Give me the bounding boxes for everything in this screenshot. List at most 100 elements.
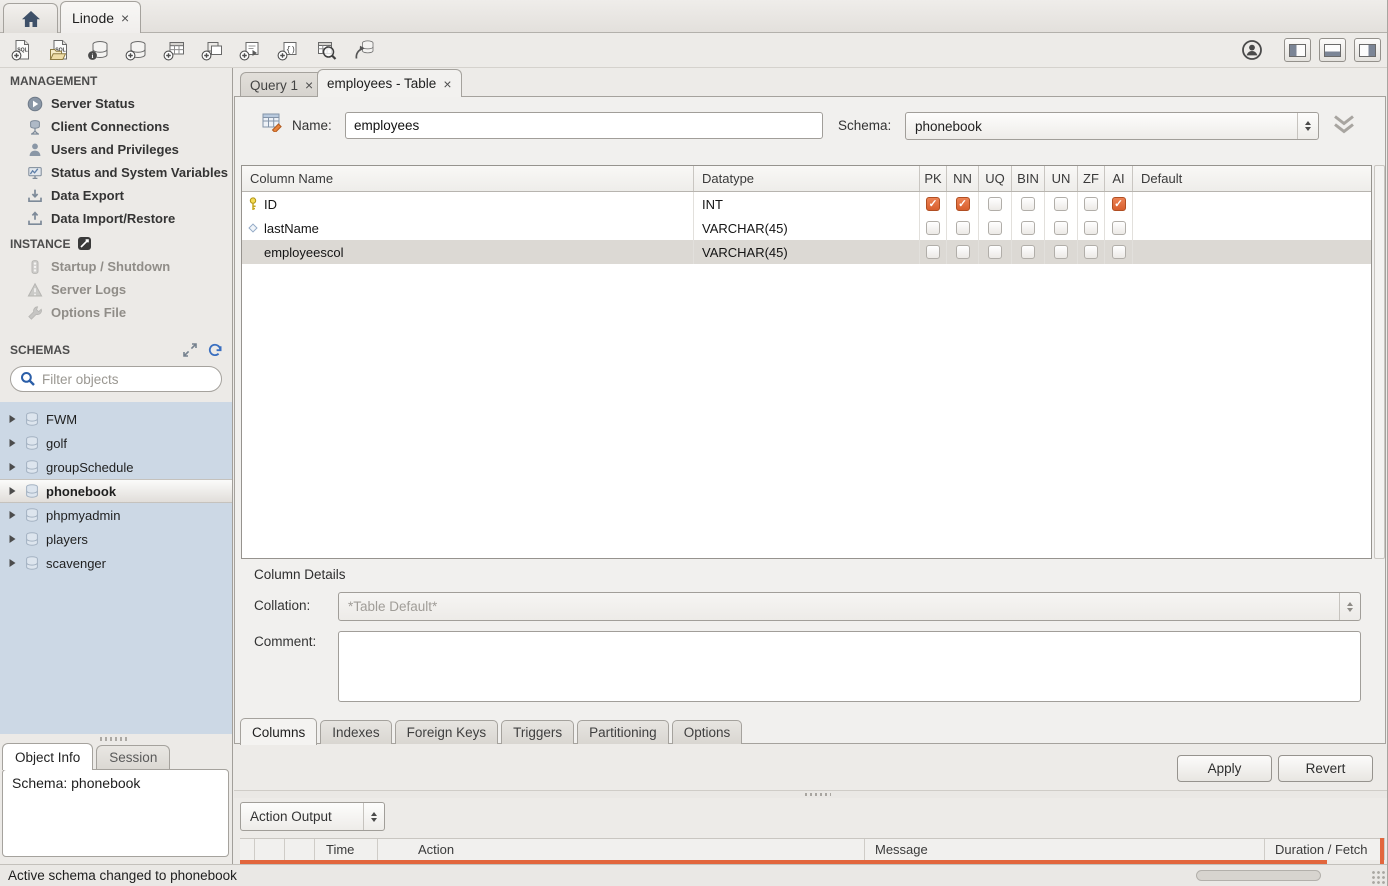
flag-cell-uq[interactable] (979, 240, 1012, 264)
tab-columns[interactable]: Columns (240, 718, 317, 745)
flag-cell-uq[interactable] (979, 192, 1012, 216)
tab-options[interactable]: Options (672, 720, 743, 744)
flag-cell-ai[interactable]: ✓ (1105, 192, 1133, 216)
nn-checkbox[interactable] (956, 245, 970, 259)
bin-checkbox[interactable] (1021, 197, 1035, 211)
flag-cell-uq[interactable] (979, 216, 1012, 240)
sidebar-item-server-logs[interactable]: Server Logs (0, 278, 232, 301)
close-icon[interactable]: × (121, 11, 129, 25)
flag-cell-nn[interactable]: ✓ (947, 192, 979, 216)
default-cell[interactable] (1133, 192, 1371, 216)
bin-checkbox[interactable] (1021, 221, 1035, 235)
flag-cell-zf[interactable] (1078, 240, 1105, 264)
zf-checkbox[interactable] (1084, 221, 1098, 235)
flag-cell-un[interactable] (1045, 216, 1078, 240)
uq-checkbox[interactable] (988, 221, 1002, 235)
schema-item-players[interactable]: players (0, 527, 232, 551)
nn-checkbox[interactable] (956, 221, 970, 235)
flag-cell-zf[interactable] (1078, 192, 1105, 216)
sidebar-item-startup-shutdown[interactable]: Startup / Shutdown (0, 255, 232, 278)
schema-item-phpmyadmin[interactable]: phpmyadmin (0, 503, 232, 527)
window-resize-grip-icon[interactable] (1371, 870, 1385, 884)
table-row[interactable]: employeescolVARCHAR(45) (242, 240, 1371, 264)
schema-select[interactable]: phonebook (905, 112, 1319, 140)
grid-scrollbar[interactable] (1374, 165, 1385, 559)
pk-checkbox[interactable]: ✓ (926, 197, 940, 211)
table-row[interactable]: IDINT✓✓✓ (242, 192, 1371, 216)
column-name-cell[interactable]: ID (242, 192, 694, 216)
create-view-icon[interactable] (198, 36, 226, 64)
sidebar-item-status-and-system-variables[interactable]: Status and System Variables (0, 161, 232, 184)
splitter-handle-icon[interactable] (805, 793, 831, 796)
collation-select[interactable]: *Table Default* (338, 592, 1361, 621)
ai-checkbox[interactable] (1112, 221, 1126, 235)
flag-cell-zf[interactable] (1078, 216, 1105, 240)
stepper-icon[interactable] (1339, 593, 1360, 620)
expander-icon[interactable] (8, 438, 18, 448)
flag-cell-nn[interactable] (947, 216, 979, 240)
database-info-icon[interactable]: i (84, 36, 112, 64)
toggle-right-panel-icon[interactable] (1354, 38, 1381, 62)
create-schema-icon[interactable] (122, 36, 150, 64)
flag-cell-un[interactable] (1045, 240, 1078, 264)
close-icon[interactable]: × (443, 77, 451, 91)
editor-tab-employees-table[interactable]: employees - Table × (317, 69, 462, 97)
expander-icon[interactable] (8, 462, 18, 472)
uq-checkbox[interactable] (988, 245, 1002, 259)
new-sql-tab-icon[interactable]: SQL (8, 36, 36, 64)
expander-icon[interactable] (8, 414, 18, 424)
ai-checkbox[interactable] (1112, 245, 1126, 259)
horizontal-splitter[interactable] (234, 790, 1387, 798)
toggle-bottom-panel-icon[interactable] (1319, 38, 1346, 62)
sidebar-splitter-handle[interactable] (100, 737, 130, 741)
sidebar-item-data-export[interactable]: Data Export (0, 184, 232, 207)
un-checkbox[interactable] (1054, 221, 1068, 235)
output-horizontal-scrollbar[interactable] (1196, 870, 1321, 881)
column-name-cell[interactable]: lastName (242, 216, 694, 240)
default-cell[interactable] (1133, 216, 1371, 240)
table-inspector-icon[interactable] (312, 36, 340, 64)
create-routine-icon[interactable] (236, 36, 264, 64)
flag-cell-pk[interactable] (920, 216, 947, 240)
schema-item-scavenger[interactable]: scavenger (0, 551, 232, 575)
editor-tab-query1[interactable]: Query 1 × (240, 72, 323, 97)
column-name-cell[interactable]: employeescol (242, 240, 694, 264)
apply-button[interactable]: Apply (1177, 755, 1272, 782)
create-table-icon[interactable] (160, 36, 188, 64)
sidebar-item-client-connections[interactable]: Client Connections (0, 115, 232, 138)
tab-triggers[interactable]: Triggers (501, 720, 574, 744)
flag-cell-un[interactable] (1045, 192, 1078, 216)
tab-foreign-keys[interactable]: Foreign Keys (395, 720, 499, 744)
comment-textarea[interactable] (338, 631, 1361, 702)
bin-checkbox[interactable] (1021, 245, 1035, 259)
flag-cell-nn[interactable] (947, 240, 979, 264)
un-checkbox[interactable] (1054, 245, 1068, 259)
flag-cell-bin[interactable] (1012, 240, 1045, 264)
schema-item-phonebook[interactable]: phonebook (0, 479, 232, 503)
schema-filter-input[interactable] (42, 372, 219, 387)
zf-checkbox[interactable] (1084, 197, 1098, 211)
expand-panel-icon[interactable] (182, 342, 198, 358)
schema-filter-box[interactable] (10, 366, 222, 392)
sidebar-item-options-file[interactable]: Options File (0, 301, 232, 324)
pk-checkbox[interactable] (926, 245, 940, 259)
flag-cell-ai[interactable] (1105, 216, 1133, 240)
sidebar-item-data-import-restore[interactable]: Data Import/Restore (0, 207, 232, 230)
flag-cell-ai[interactable] (1105, 240, 1133, 264)
toggle-left-panel-icon[interactable] (1284, 38, 1311, 62)
flag-cell-pk[interactable]: ✓ (920, 192, 947, 216)
user-account-icon[interactable] (1238, 36, 1266, 64)
sidebar-item-server-status[interactable]: Server Status (0, 92, 232, 115)
sidebar-item-users-and-privileges[interactable]: Users and Privileges (0, 138, 232, 161)
flag-cell-pk[interactable] (920, 240, 947, 264)
uq-checkbox[interactable] (988, 197, 1002, 211)
expander-icon[interactable] (8, 558, 18, 568)
flag-cell-bin[interactable] (1012, 192, 1045, 216)
create-function-icon[interactable]: {) (274, 36, 302, 64)
open-sql-script-icon[interactable]: SQL (46, 36, 74, 64)
stepper-icon[interactable] (1297, 113, 1318, 139)
default-cell[interactable] (1133, 240, 1371, 264)
datatype-cell[interactable]: VARCHAR(45) (694, 240, 920, 264)
expander-icon[interactable] (8, 510, 18, 520)
expander-icon[interactable] (8, 534, 18, 544)
